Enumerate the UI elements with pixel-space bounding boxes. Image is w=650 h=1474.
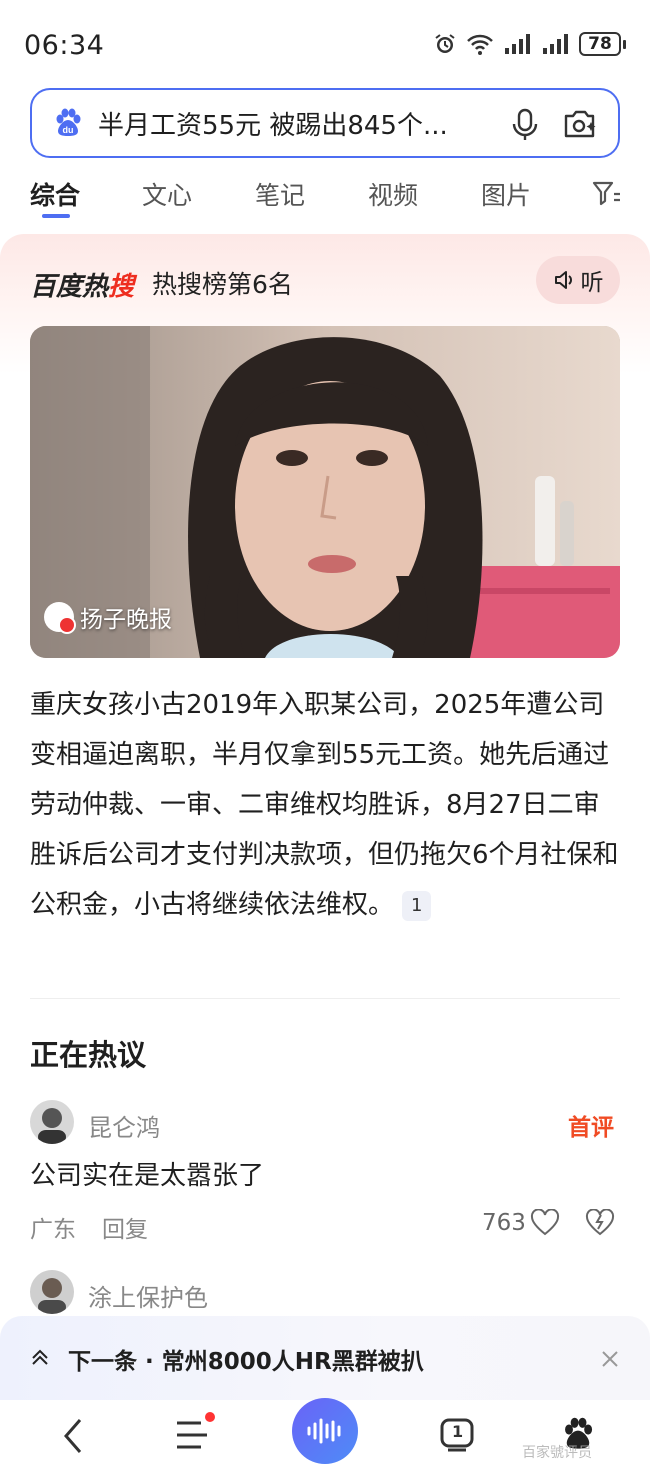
like-count: 763 — [482, 1210, 526, 1236]
microphone-icon[interactable] — [510, 108, 540, 142]
svg-text:du: du — [63, 125, 74, 135]
listen-label: 听 — [580, 270, 604, 296]
signal-icon-2 — [543, 34, 568, 54]
notification-dot — [205, 1412, 215, 1422]
tab-images[interactable]: 图片 — [481, 176, 531, 212]
comment-username[interactable]: 昆仑鸿 — [88, 1108, 160, 1143]
listen-button[interactable]: 听 — [536, 256, 620, 304]
hot-rank-text: 热搜榜第6名 — [152, 270, 293, 299]
speaker-icon — [554, 271, 572, 289]
status-bar: 06:34 78 — [0, 0, 650, 96]
filter-icon[interactable] — [592, 180, 622, 208]
battery-tip — [623, 39, 626, 49]
baidu-hot-search-logo: 百度热搜 — [30, 272, 135, 302]
search-input[interactable]: 半月工资55元 被踢出845个... — [98, 105, 488, 142]
camera-search-icon[interactable] — [562, 107, 598, 141]
news-summary: 重庆女孩小古2019年入职某公司，2025年遭公司变相逼迫离职，半月仅拿到55元… — [30, 680, 620, 930]
divider — [30, 998, 620, 999]
active-tab-indicator — [42, 214, 70, 218]
back-icon[interactable] — [58, 1414, 88, 1458]
search-bar[interactable]: du 半月工资55元 被踢出845个... — [30, 88, 620, 158]
comment-text: 公司实在是太嚣张了 — [30, 1161, 265, 1191]
tab-video[interactable]: 视频 — [368, 176, 418, 212]
status-icons: 78 — [433, 32, 626, 56]
section-title: 正在热议 — [30, 1038, 147, 1072]
citation-badge[interactable]: 1 — [402, 890, 432, 921]
close-icon[interactable] — [600, 1349, 620, 1369]
source-name: 扬子晚报 — [80, 607, 172, 633]
tab-count: 1 — [452, 1422, 464, 1441]
status-time: 06:34 — [24, 30, 105, 61]
dislike-heart-icon[interactable] — [585, 1209, 615, 1237]
first-comment-badge: 首评 — [568, 1115, 614, 1141]
watermark: 百家號评员 — [522, 1445, 592, 1461]
next-item-bar[interactable]: 下一条 · 常州8000人HR黑群被扒 — [0, 1316, 650, 1400]
baidu-paw-logo-icon: du — [56, 108, 81, 136]
sound-wave-icon — [307, 1418, 341, 1444]
chevron-up-icon[interactable] — [30, 1347, 50, 1367]
tab-notes[interactable]: 笔记 — [255, 176, 305, 212]
tab-wenxin[interactable]: 文心 — [142, 176, 192, 212]
avatar[interactable] — [30, 1100, 74, 1144]
next-item-text[interactable]: 下一条 · 常州8000人HR黑群被扒 — [68, 1342, 424, 1376]
wifi-icon — [467, 34, 493, 55]
signal-icon — [505, 34, 530, 54]
voice-assistant-button[interactable] — [292, 1398, 358, 1464]
comment-username[interactable]: 涂上保护色 — [88, 1278, 208, 1313]
comment-location: 广东 — [30, 1217, 76, 1243]
alarm-icon — [435, 34, 455, 53]
like-heart-icon[interactable] — [530, 1209, 560, 1237]
news-video-thumbnail[interactable]: 扬子晚报 — [30, 326, 620, 658]
summary-text: 重庆女孩小古2019年入职某公司，2025年遭公司变相逼迫离职，半月仅拿到55元… — [30, 690, 619, 920]
video-source: 扬子晚报 — [44, 600, 172, 634]
tab-all[interactable]: 综合 — [30, 176, 80, 212]
menu-icon[interactable] — [174, 1418, 210, 1452]
source-logo-icon — [44, 602, 76, 634]
reply-button[interactable]: 回复 — [102, 1210, 148, 1244]
search-tabs: 综合 文心 笔记 视频 图片 — [0, 166, 650, 226]
avatar[interactable] — [30, 1270, 74, 1314]
battery-indicator: 78 — [579, 32, 621, 56]
